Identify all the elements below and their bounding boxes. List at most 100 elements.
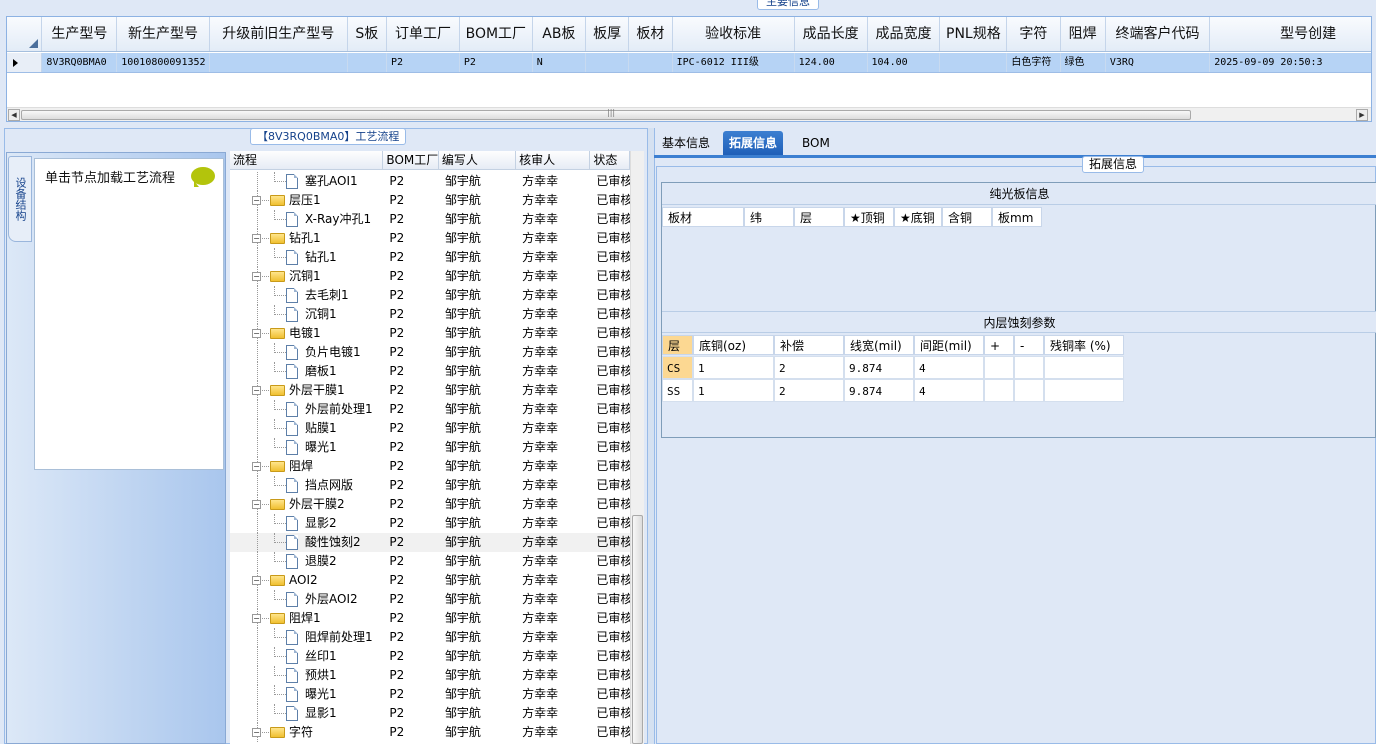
horizontal-scrollbar[interactable]: ◀ ▶: [7, 107, 1371, 121]
tree-node[interactable]: 负片电镀1: [230, 343, 383, 362]
tree-column-header[interactable]: BOM工厂: [383, 151, 439, 169]
column-header[interactable]: 板材: [629, 17, 673, 51]
tree-row[interactable]: 挡点网版 P2 邹宇航 方幸幸 已审核: [230, 476, 630, 495]
tree-node[interactable]: 贴膜1: [230, 419, 383, 438]
column-header[interactable]: 升级前旧生产型号: [210, 17, 348, 51]
grid-cell[interactable]: 绿色: [1061, 53, 1106, 72]
collapse-icon[interactable]: −: [252, 462, 261, 471]
tree-node[interactable]: − 钻孔1: [230, 229, 383, 248]
tree-node[interactable]: − AOI2: [230, 571, 383, 590]
tree-node[interactable]: − 字符: [230, 723, 383, 742]
tree-row[interactable]: X-Ray冲孔1 P2 邹宇航 方幸幸 已审核: [230, 210, 630, 229]
light-board-column[interactable]: ★底铜: [894, 207, 942, 227]
tree-column-header[interactable]: 流程: [230, 151, 384, 169]
column-header[interactable]: 终端客户代码: [1106, 17, 1211, 51]
tree-node[interactable]: − 沉铜1: [230, 267, 383, 286]
light-board-column[interactable]: 纬: [744, 207, 794, 227]
grid-row-selected[interactable]: 8V3RQ0BMA0 10010800091352 P2 P2 N IPC-6012 II…: [7, 53, 1371, 73]
vertical-tab-device-structure[interactable]: 设备结构: [8, 156, 32, 242]
tree-node[interactable]: 曝光1: [230, 685, 383, 704]
column-header[interactable]: 阻焊: [1061, 17, 1106, 51]
grid-cell[interactable]: V3RQ: [1106, 53, 1211, 72]
column-header[interactable]: PNL规格: [940, 17, 1008, 51]
tree-row[interactable]: 酸性蚀刻2 P2 邹宇航 方幸幸 已审核: [230, 533, 630, 552]
etch-column[interactable]: 补偿: [774, 335, 844, 355]
column-header[interactable]: 字符: [1007, 17, 1061, 51]
column-header[interactable]: 验收标准: [673, 17, 795, 51]
tree-node[interactable]: − 阻焊1: [230, 609, 383, 628]
tree-column-header[interactable]: 状态: [590, 151, 630, 169]
tree-node[interactable]: − 电镀1: [230, 324, 383, 343]
column-header[interactable]: 板厚: [586, 17, 630, 51]
light-board-column[interactable]: 层: [794, 207, 844, 227]
column-header[interactable]: 成品宽度: [868, 17, 941, 51]
tree-node[interactable]: − 外层干膜2: [230, 495, 383, 514]
etch-cell[interactable]: 4: [914, 379, 984, 402]
etch-column[interactable]: 线宽(mil): [844, 335, 914, 355]
tree-row[interactable]: 曝光1 P2 邹宇航 方幸幸 已审核: [230, 438, 630, 457]
grid-cell[interactable]: 10010800091352: [117, 53, 210, 72]
tree-row[interactable]: 负片电镀1 P2 邹宇航 方幸幸 已审核: [230, 343, 630, 362]
collapse-icon[interactable]: −: [252, 234, 261, 243]
tree-node[interactable]: 挡点网版: [230, 476, 383, 495]
tree-node[interactable]: 钻孔1: [230, 248, 383, 267]
etch-cell[interactable]: 2: [774, 356, 844, 379]
grid-cell[interactable]: P2: [460, 53, 533, 72]
tree-node[interactable]: 退膜2: [230, 552, 383, 571]
select-all-corner[interactable]: [7, 17, 43, 51]
tree-node[interactable]: 预烘1: [230, 666, 383, 685]
tree-row[interactable]: 沉铜1 P2 邹宇航 方幸幸 已审核: [230, 305, 630, 324]
tree-row[interactable]: − 层压1 P2 邹宇航 方幸幸 已审核: [230, 191, 630, 210]
grid-cell[interactable]: N: [533, 53, 586, 72]
tree-row[interactable]: − 沉铜1 P2 邹宇航 方幸幸 已审核: [230, 267, 630, 286]
tree-node[interactable]: 酸性蚀刻2: [230, 533, 383, 552]
tree-row[interactable]: 显影1 P2 邹宇航 方幸幸 已审核: [230, 704, 630, 723]
etch-cell[interactable]: 1: [693, 356, 774, 379]
tree-row[interactable]: 钻孔1 P2 邹宇航 方幸幸 已审核: [230, 248, 630, 267]
grid-cell[interactable]: 白色字符: [1007, 53, 1061, 72]
column-header[interactable]: 生产型号: [42, 17, 118, 51]
tree-node[interactable]: 阻焊前处理1: [230, 628, 383, 647]
etch-cell[interactable]: 1: [693, 379, 774, 402]
grid-cell[interactable]: IPC-6012 III级: [673, 53, 795, 72]
collapse-icon[interactable]: −: [252, 329, 261, 338]
light-board-column[interactable]: ★顶铜: [844, 207, 894, 227]
tree-row[interactable]: 丝印1 P2 邹宇航 方幸幸 已审核: [230, 647, 630, 666]
tree-row[interactable]: 退膜2 P2 邹宇航 方幸幸 已审核: [230, 552, 630, 571]
etch-cell[interactable]: 9.874: [844, 356, 914, 379]
light-board-column[interactable]: 板材: [662, 207, 744, 227]
column-header[interactable]: 订单工厂: [387, 17, 460, 51]
tree-node[interactable]: − 阻焊: [230, 457, 383, 476]
tree-node[interactable]: 丝印1: [230, 647, 383, 666]
light-board-column[interactable]: 板mm: [992, 207, 1042, 227]
collapse-icon[interactable]: −: [252, 500, 261, 509]
grid-cell[interactable]: [348, 53, 387, 72]
tree-row[interactable]: − 阻焊 P2 邹宇航 方幸幸 已审核: [230, 457, 630, 476]
column-header[interactable]: 成品长度: [795, 17, 868, 51]
tab-bom[interactable]: BOM: [796, 131, 836, 155]
etch-column[interactable]: 层: [662, 335, 693, 355]
grid-cell[interactable]: 8V3RQ0BMA0: [42, 53, 118, 72]
tree-row[interactable]: − AOI2 P2 邹宇航 方幸幸 已审核: [230, 571, 630, 590]
tree-node[interactable]: − 层压1: [230, 191, 383, 210]
tree-row[interactable]: − 钻孔1 P2 邹宇航 方幸幸 已审核: [230, 229, 630, 248]
tab-extended-info[interactable]: 拓展信息: [723, 131, 784, 155]
tree-column-header[interactable]: 核审人: [516, 151, 591, 169]
load-hint-box[interactable]: 单击节点加载工艺流程: [34, 158, 224, 470]
tree-node[interactable]: 显影1: [230, 704, 383, 723]
etch-cell[interactable]: [1014, 356, 1044, 379]
tree-row[interactable]: − 阻焊1 P2 邹宇航 方幸幸 已审核: [230, 609, 630, 628]
tab-basic-info[interactable]: 基本信息: [656, 131, 716, 155]
tree-row[interactable]: 外层AOI2 P2 邹宇航 方幸幸 已审核: [230, 590, 630, 609]
etch-cell[interactable]: [984, 379, 1014, 402]
etch-cell[interactable]: [984, 356, 1014, 379]
etch-column[interactable]: +: [984, 335, 1014, 355]
column-header[interactable]: AB板: [533, 17, 586, 51]
tree-row[interactable]: 塞孔AOI1 P2 邹宇航 方幸幸 已审核: [230, 172, 630, 191]
grid-cell[interactable]: [940, 53, 1008, 72]
light-board-column[interactable]: 含铜: [942, 207, 992, 227]
grid-cell[interactable]: 124.00: [795, 53, 868, 72]
tree-node[interactable]: − 外层干膜1: [230, 381, 383, 400]
tree-row[interactable]: 显影2 P2 邹宇航 方幸幸 已审核: [230, 514, 630, 533]
grid-cell[interactable]: P2: [387, 53, 460, 72]
